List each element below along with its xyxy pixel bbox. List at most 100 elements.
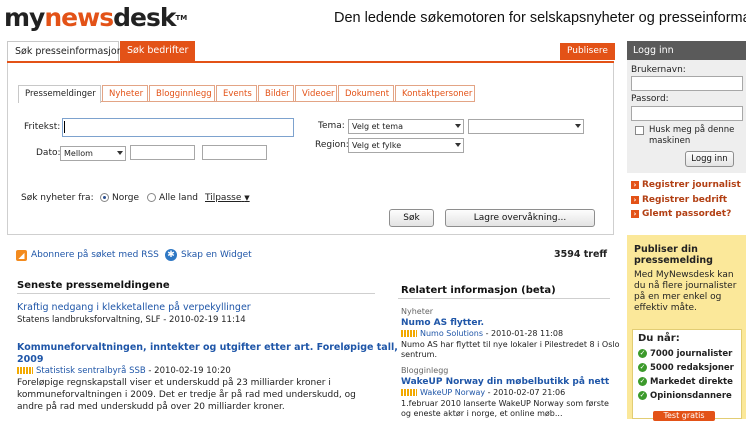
promo-text: Med MyNewsdesk kan du nå flere journalist… [634,270,744,314]
remember-me-checkbox[interactable] [635,126,644,135]
subtab-news[interactable]: Nyheter [102,85,148,102]
tab-search-press-info[interactable]: Søk presseinformasjon [7,41,123,62]
related-divider [398,298,610,299]
logo-news: news [44,3,114,32]
promo-text-line3: på en mer enkel og [634,292,722,302]
radio-norway-label[interactable]: Norge [112,193,139,203]
related-heading: Relatert informasjon (beta) [401,285,556,296]
fritekst-input[interactable] [62,118,294,137]
date-from-input[interactable] [130,145,195,160]
related-body-1-line2: sentrum. [401,350,437,359]
latest-heading: Seneste pressemeldingene [17,280,170,291]
test-free-button[interactable]: Test gratis [653,411,715,421]
tema-select[interactable]: Velg et tema [348,119,464,134]
password-input[interactable] [631,106,743,121]
rss-icon[interactable]: ◢ [16,250,27,261]
reach-item-text: Opinionsdannere [650,391,732,401]
customize-link[interactable]: Tilpasse ▼ [205,193,250,203]
dato-select[interactable]: Mellom [60,146,126,161]
register-journalist-link[interactable]: › Registrer journalist [631,180,741,190]
mynewsdesk-logo[interactable]: mynewsdeskTM [4,4,187,32]
forgot-password-text: Glemt passordet? [642,209,732,219]
related-title-2[interactable]: WakeUP Norway din møbelbutikk på nett [401,377,609,387]
subtab-press-releases[interactable]: Pressemeldinger [18,85,101,103]
widget-gear-icon[interactable]: ✱ [165,249,177,261]
promo-title: Publiser din pressemelding [634,244,744,266]
forgot-password-link[interactable]: › Glemt passordet? [631,209,731,219]
source-rank-icon [401,330,417,337]
username-label: Brukernavn: [631,65,686,75]
tab-search-companies[interactable]: Søk bedrifter [120,41,195,61]
subtab-events[interactable]: Events [216,85,257,102]
related-date-2: - 2010-02-07 21:06 [485,388,566,397]
arrow-right-icon: › [631,180,639,189]
reach-item-text: Markedet direkte [650,377,733,387]
region-select[interactable]: Velg et fylke [348,138,464,153]
subtab-images[interactable]: Bilder [258,85,294,102]
caret-down-icon: ▼ [244,194,250,202]
promo-text-line1: Med MyNewsdesk kan [634,270,734,280]
reach-item-opinion: ✓ Opinionsdannere [638,391,732,401]
chevron-down-icon [117,151,123,155]
news-title-2[interactable]: Kommuneforvaltningen, inntekter og utgif… [17,342,398,353]
news-meta-1: Statens landbruksforvaltning, SLF - 2010… [17,315,246,325]
login-button[interactable]: Logg inn [685,151,734,167]
username-input[interactable] [631,76,743,91]
register-company-link[interactable]: › Registrer bedrift [631,195,727,205]
save-watch-button[interactable]: Lagre overvåkning... [445,209,595,227]
tagline: Den ledende søkemotoren for selskapsnyhe… [334,10,746,26]
subtema-select[interactable] [468,119,584,134]
register-journalist-text: Registrer journalist [642,180,741,190]
news-date-2: - 2010-02-19 10:20 [145,366,231,376]
news-body-2-line1: Foreløpige regnskapstall viser et unders… [17,378,331,388]
arrow-right-icon: › [631,195,639,204]
create-widget-link[interactable]: Skap en Widget [181,250,252,260]
logo-tm: TM [175,14,188,22]
news-title-1[interactable]: Kraftig nedgang i klekketallene på verpe… [17,302,251,313]
related-source-2[interactable]: WakeUP Norway [420,388,485,397]
news-source-2[interactable]: Statistisk sentralbyrå SSB [36,366,146,376]
search-button[interactable]: Søk [389,209,434,227]
tema-select-value: Velg et tema [352,122,403,131]
news-body-2-line2: kommuneforvaltningen i 2009. Det er tred… [17,390,356,400]
dato-label: Dato: [36,148,61,158]
search-from-label: Søk nyheter fra: [21,193,94,203]
subtab-documents[interactable]: Dokument [338,85,394,102]
check-icon: ✓ [638,391,647,400]
arrow-right-icon: › [631,209,639,218]
promo-title-line2: pressemelding [634,255,713,266]
subscribe-rss-link[interactable]: Abonnere på søket med RSS [31,250,159,260]
news-title-2-cont[interactable]: 2009 [17,354,43,365]
radio-all-countries[interactable] [147,193,156,202]
radio-all-countries-label[interactable]: Alle land [159,193,198,203]
related-title-1[interactable]: Numo AS flytter. [401,318,484,328]
source-rank-icon [401,389,417,396]
related-body-1-line1: Numo AS har flyttet til nye lokaler i Pi… [401,340,620,349]
radio-norway[interactable] [100,193,109,202]
subtab-baseline [101,101,475,102]
related-category-2: Blogginlegg [401,366,449,375]
subtab-contacts[interactable]: Kontaktpersoner [395,85,475,102]
hit-count: 3594 treff [554,249,608,260]
promo-text-line2: du nå flere journalister [634,281,737,291]
logo-desk: desk [113,3,176,32]
subtab-videos[interactable]: Videoer [295,85,337,102]
reach-item-market: ✓ Markedet direkte [638,377,733,387]
reach-item-text: 5000 redaksjoner [650,363,734,373]
related-meta-2: WakeUP Norway - 2010-02-07 21:06 [401,388,565,397]
subtab-blog-posts[interactable]: Blogginnlegg [149,85,215,102]
check-icon: ✓ [638,363,647,372]
region-select-value: Velg et fylke [352,141,402,150]
promo-title-line1: Publiser din [634,244,698,255]
date-to-input[interactable] [202,145,267,160]
related-body-2-line2: og eneste aktør i norge, et online møb..… [401,409,563,418]
reach-item-text: 7000 journalister [650,349,733,359]
latest-divider [17,293,375,294]
tema-label: Tema: [318,121,345,131]
chevron-down-icon [575,124,581,128]
chevron-down-icon [455,124,461,128]
related-source-1[interactable]: Numo Solutions [420,329,483,338]
publish-button[interactable]: Publisere [560,43,615,60]
password-label: Passord: [631,94,669,104]
check-icon: ✓ [638,349,647,358]
